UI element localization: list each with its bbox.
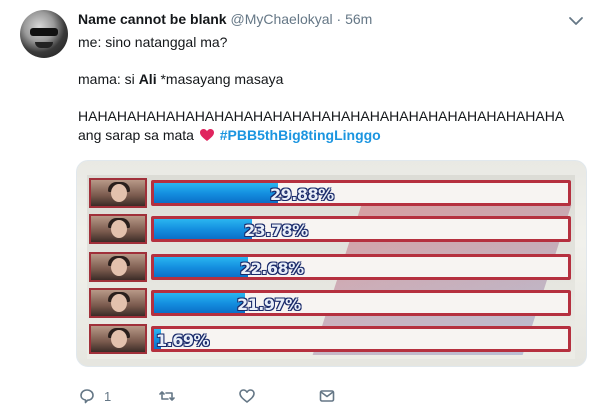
tweet-line-2: mama: si Ali *masayang masaya [78, 70, 588, 89]
tweet-line-4: ang sarap sa mata #PBB5thBig8tingLinggo [78, 126, 588, 145]
poll-bar-fill [154, 257, 248, 277]
retweet-button[interactable] [158, 386, 184, 406]
contestant-photo [89, 214, 147, 244]
avatar-mouth [35, 42, 53, 48]
timestamp[interactable]: 56m [345, 11, 372, 27]
tweet-line-1: me: sino natanggal ma? [78, 34, 228, 50]
user-handle[interactable]: @MyChaelokyal [230, 11, 332, 27]
avatar-eyes [30, 28, 58, 36]
poll-bar-track: 23.78% [151, 216, 571, 242]
heart-emoji-icon [199, 129, 214, 141]
tweet: Name cannot be blank @MyChaelokyal · 56m… [0, 0, 602, 415]
separator-dot: · [336, 11, 342, 27]
reply-icon [80, 389, 94, 404]
poll-bar-track: 1.69% [151, 326, 571, 352]
reply-count: 1 [104, 388, 112, 404]
chevron-down-icon[interactable] [568, 14, 584, 28]
retweet-icon [159, 391, 175, 401]
poll-row: 22.68% [89, 252, 573, 282]
poll-percentage: 21.97% [237, 295, 301, 314]
reply-button[interactable]: 1 [78, 386, 111, 406]
poll-row: 21.97% [89, 288, 573, 318]
poll-row: 1.69% [89, 324, 573, 354]
tweet-line-2-bold: Ali [138, 71, 157, 87]
tweet-line-2-pre: mama: si [78, 71, 139, 87]
poll-bar-track: 22.68% [151, 254, 571, 280]
direct-message-button[interactable] [318, 386, 336, 406]
contestant-photo [89, 288, 147, 318]
poll-percentage: 1.69% [156, 331, 210, 350]
poll-row: 29.88% [89, 178, 573, 208]
poll-bar-fill [154, 183, 278, 203]
tweet-line-4-text: ang sarap sa mata [78, 127, 194, 143]
tweet-media-image[interactable]: 29.88% 23.78% 22.68% 21.97% 1.69% [76, 160, 587, 367]
contestant-photo [89, 252, 147, 282]
like-button[interactable] [238, 386, 264, 406]
contestant-photo [89, 178, 147, 208]
avatar[interactable] [20, 10, 68, 58]
poll-percentage: 23.78% [244, 221, 308, 240]
poll-percentage: 29.88% [270, 185, 334, 204]
display-name[interactable]: Name cannot be blank [78, 11, 227, 27]
hashtag-link[interactable]: #PBB5thBig8tingLinggo [220, 127, 381, 143]
poll-bar-track: 21.97% [151, 290, 571, 316]
tweet-actions: 1 [78, 386, 598, 406]
heart-icon [239, 389, 255, 403]
poll-bar-fill [154, 219, 252, 239]
tweet-text: me: sino natanggal ma? mama: si Ali *mas… [78, 33, 588, 145]
poll-percentage: 22.68% [240, 259, 304, 278]
poll-bar-fill [154, 293, 245, 313]
envelope-icon [319, 390, 335, 402]
contestant-photo [89, 324, 147, 354]
tweet-header: Name cannot be blank @MyChaelokyal · 56m [78, 11, 372, 27]
poll-row: 23.78% [89, 214, 573, 244]
poll-bar-track: 29.88% [151, 180, 571, 206]
tweet-line-3: HAHAHAHAHAHAHAHAHAHAHAHAHAHAHAHAHAHAHAHA… [78, 108, 565, 124]
tweet-line-2-post: *masayang masaya [156, 71, 284, 87]
